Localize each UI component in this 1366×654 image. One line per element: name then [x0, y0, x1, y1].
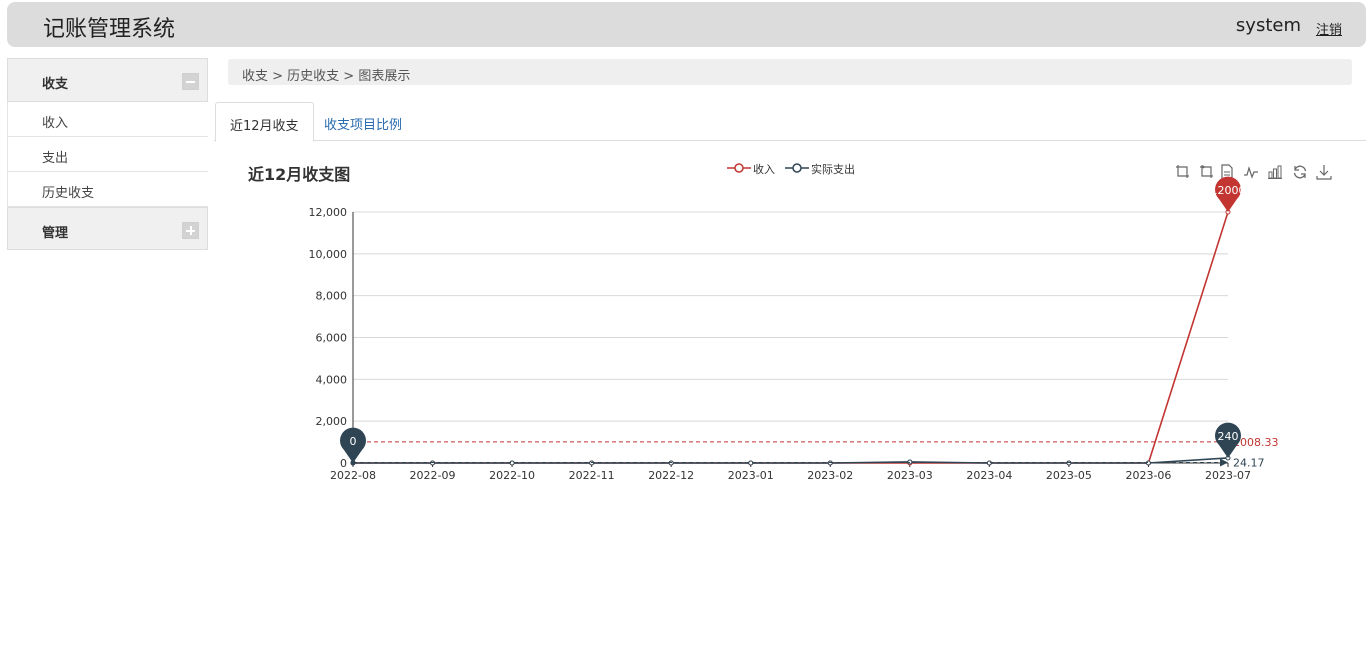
x-tick-label: 2022-09 — [410, 469, 456, 482]
average-line-label: 24.17 — [1233, 456, 1265, 469]
x-tick-label: 2023-03 — [887, 469, 933, 482]
max-pin-label: 12000 — [1211, 184, 1246, 197]
x-tick-label: 2022-08 — [330, 469, 376, 482]
x-tick-label: 2022-12 — [648, 469, 694, 482]
data-point — [1066, 460, 1072, 466]
x-tick-label: 2023-05 — [1046, 469, 1092, 482]
min-pin-label: 0 — [350, 435, 357, 448]
data-point — [668, 460, 674, 466]
y-tick-label: 12,000 — [309, 206, 348, 219]
y-tick-label: 8,000 — [316, 290, 348, 303]
y-tick-label: 10,000 — [309, 248, 348, 261]
x-tick-label: 2022-11 — [569, 469, 615, 482]
data-point — [986, 460, 992, 466]
max-pin-label: 240 — [1218, 430, 1239, 443]
x-tick-label: 2022-10 — [489, 469, 535, 482]
x-tick-label: 2023-06 — [1125, 469, 1171, 482]
x-tick-label: 2023-02 — [807, 469, 853, 482]
y-tick-label: 6,000 — [316, 332, 348, 345]
data-point — [748, 460, 754, 466]
data-point — [509, 460, 515, 466]
line-chart: 02,000 4,000 6,000 8,000 10,000 12,000 2022-08… — [309, 176, 1279, 482]
data-point — [589, 460, 595, 466]
y-tick-label: 2,000 — [316, 415, 348, 428]
data-point — [1145, 460, 1151, 466]
x-tick-label: 2023-01 — [728, 469, 774, 482]
x-tick-label: 2023-07 — [1205, 469, 1251, 482]
data-point — [827, 460, 833, 466]
y-tick-label: 4,000 — [316, 373, 348, 386]
data-point — [907, 459, 913, 465]
data-point — [430, 460, 436, 466]
x-tick-label: 2023-04 — [966, 469, 1012, 482]
